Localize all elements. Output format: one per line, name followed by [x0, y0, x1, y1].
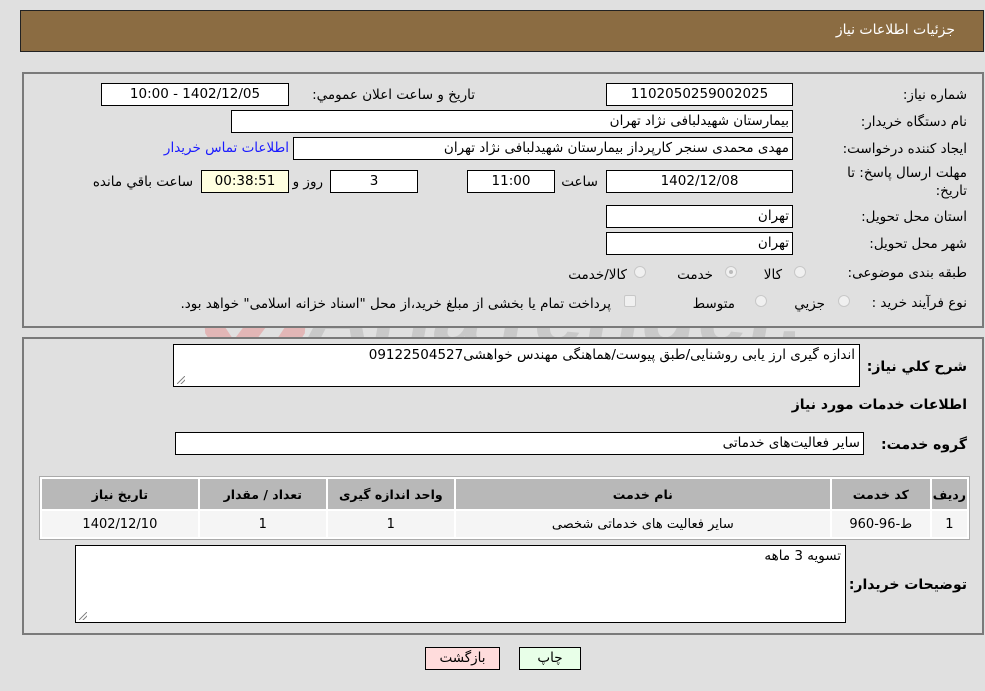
category-option-goods: کالا	[763, 267, 782, 283]
cell-service-name: سایر فعالیت های خدماتی شخصی	[455, 511, 830, 537]
deadline-label: مهلت ارسال پاسخ: تا تاریخ:	[847, 165, 967, 199]
city-label: شهر محل تحویل:	[869, 236, 967, 252]
table-row: 1 ط-96-960 سایر فعالیت های خدماتی شخصی 1…	[42, 511, 967, 537]
resize-handle-icon[interactable]	[177, 376, 185, 384]
back-button[interactable]: بازگشت	[425, 647, 500, 670]
services-section-title: اطلاعات خدمات مورد نياز	[791, 397, 967, 413]
page-header: جزئیات اطلاعات نیاز	[20, 10, 984, 52]
buyer-org-field: بیمارستان شهیدلبافی نژاد تهران	[231, 110, 793, 133]
process-option-medium: متوسط	[692, 296, 735, 312]
print-button[interactable]: چاپ	[519, 647, 581, 670]
announce-datetime-field: 1402/12/05 - 10:00	[101, 83, 289, 106]
treasury-bonds-checkbox[interactable]	[624, 295, 636, 307]
col-unit: واحد اندازه گیری	[327, 479, 454, 509]
col-row-number: رديف	[931, 479, 967, 509]
days-label: روز و	[292, 174, 323, 190]
province-label: استان محل تحویل:	[861, 209, 967, 225]
services-table: رديف کد خدمت نام خدمت واحد اندازه گیری ت…	[40, 477, 969, 539]
category-radio-goods[interactable]	[794, 266, 806, 278]
requester-field: مهدی محمدی سنجر کارپرداز بیمارستان شهیدل…	[293, 137, 793, 160]
category-radio-goods-service[interactable]	[634, 266, 646, 278]
category-radio-service[interactable]	[725, 266, 737, 278]
description-textarea[interactable]: اندازه گیری ارز یابی روشنایی/طبق پیوست/ه…	[173, 344, 860, 387]
category-option-service: خدمت	[677, 267, 713, 283]
process-radio-medium[interactable]	[755, 295, 767, 307]
remaining-time-field: 00:38:51	[201, 170, 289, 193]
col-quantity: تعداد / مقدار	[199, 479, 326, 509]
cell-service-code: ط-96-960	[831, 511, 930, 537]
cell-unit: 1	[327, 511, 454, 537]
treasury-bonds-label: پرداخت تمام یا بخشی از مبلغ خرید،از محل …	[180, 296, 611, 312]
city-field: تهران	[606, 232, 793, 255]
buyer-notes-text: تسویه 3 ماهه	[764, 548, 841, 564]
col-service-name: نام خدمت	[455, 479, 830, 509]
category-label: طبقه بندی موضوعی:	[847, 265, 967, 281]
deadline-time-field: 11:00	[467, 170, 555, 193]
category-option-goods-service: کالا/خدمت	[568, 267, 627, 283]
remaining-time-label: ساعت باقي مانده	[92, 174, 193, 190]
need-number-field: 1102050259002025	[606, 83, 793, 106]
table-header-row: رديف کد خدمت نام خدمت واحد اندازه گیری ت…	[42, 479, 967, 509]
process-radio-minor[interactable]	[838, 295, 850, 307]
need-number-label: شماره نیاز:	[902, 87, 967, 103]
service-group-field: سایر فعالیت‌های خدماتی	[175, 432, 864, 455]
resize-handle-icon[interactable]	[79, 612, 87, 620]
cell-quantity: 1	[199, 511, 326, 537]
cell-row-number: 1	[931, 511, 967, 537]
buyer-notes-textarea[interactable]: تسویه 3 ماهه	[75, 545, 846, 623]
description-label: شرح کلي نياز:	[866, 359, 967, 375]
buyer-contact-link[interactable]: اطلاعات تماس خریدار	[164, 140, 289, 156]
requester-label: ایجاد کننده درخواست:	[842, 141, 967, 157]
buyer-org-label: نام دستگاه خریدار:	[860, 114, 967, 130]
col-need-date: تاریخ نیاز	[42, 479, 198, 509]
service-group-label: گروه خدمت:	[881, 437, 967, 453]
province-field: تهران	[606, 205, 793, 228]
process-option-minor: جزيي	[794, 296, 825, 312]
buyer-notes-label: توضیحات خریدار:	[848, 577, 967, 593]
cell-need-date: 1402/12/10	[42, 511, 198, 537]
remaining-days-field: 3	[330, 170, 418, 193]
purchase-process-label: نوع فرآیند خرید :	[871, 295, 967, 311]
page-title: جزئیات اطلاعات نیاز	[835, 22, 955, 38]
announce-datetime-label: تاریخ و ساعت اعلان عمومي:	[312, 87, 475, 103]
deadline-date-field: 1402/12/08	[606, 170, 793, 193]
description-text: اندازه گیری ارز یابی روشنایی/طبق پیوست/ه…	[368, 347, 855, 363]
services-table-wrapper: رديف کد خدمت نام خدمت واحد اندازه گیری ت…	[39, 476, 970, 540]
deadline-time-label: ساعت	[561, 174, 598, 190]
col-service-code: کد خدمت	[831, 479, 930, 509]
